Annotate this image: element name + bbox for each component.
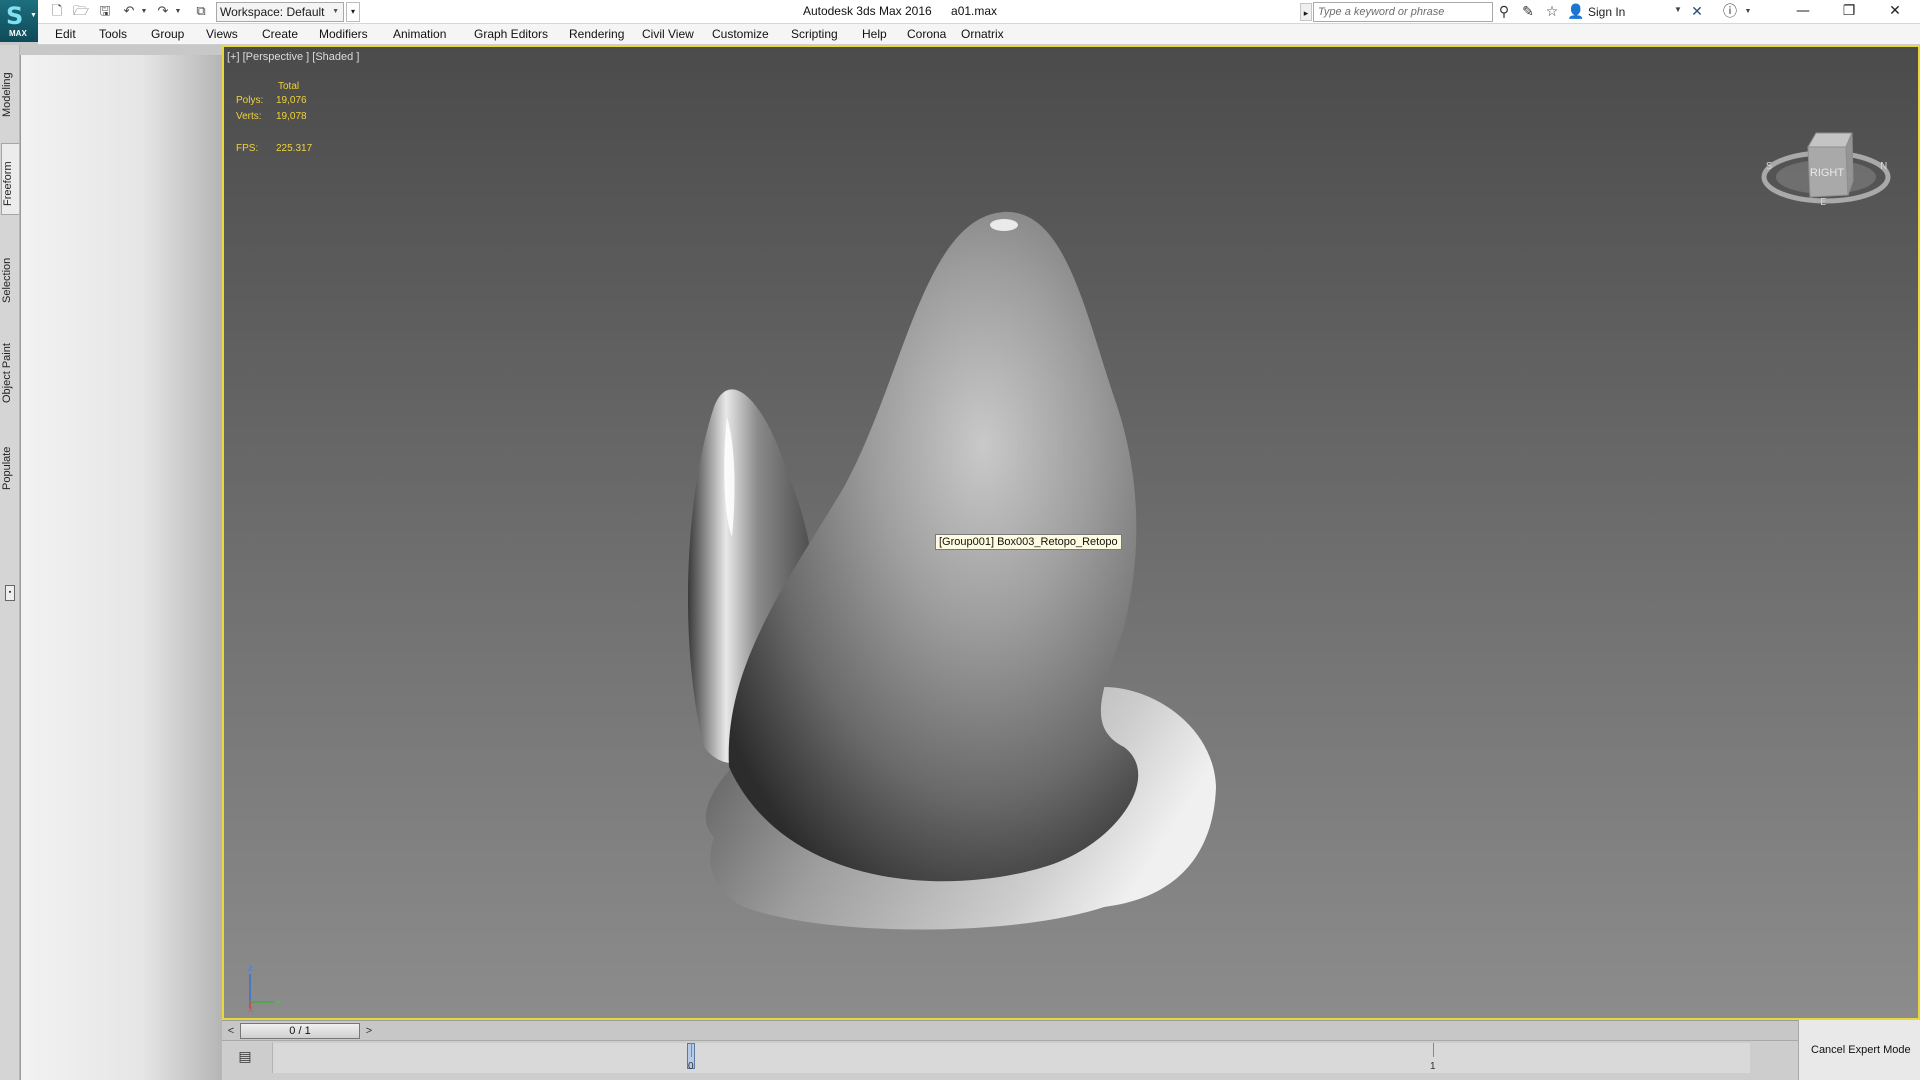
- perspective-viewport[interactable]: [+] [Perspective ] [Shaded ] Total Polys…: [222, 45, 1920, 1020]
- svg-text:N: N: [1880, 161, 1887, 172]
- axis-y-label: y: [276, 997, 282, 1007]
- ribbon-panel: [20, 55, 222, 1080]
- chevron-down-icon[interactable]: ▼: [1674, 5, 1682, 14]
- stats-fps-label: FPS:: [236, 143, 259, 154]
- next-frame-button[interactable]: >: [362, 1023, 376, 1039]
- close-icon[interactable]: ✕: [1872, 0, 1918, 24]
- stats-verts-value: 19,078: [276, 111, 307, 122]
- menu-corona[interactable]: Corona: [907, 27, 946, 41]
- tab-populate[interactable]: Populate: [1, 435, 19, 505]
- tab-selection[interactable]: Selection: [1, 245, 19, 315]
- title-bar: S MAX ▼ 🗋 🗁 🖫 ↶ ▼ ↷ ▼ ⧉ Workspace: Defau…: [0, 0, 1920, 42]
- tick-label-start: 0: [688, 1061, 694, 1072]
- tab-object-paint[interactable]: Object Paint: [1, 335, 19, 425]
- object-tooltip: [Group001] Box003_Retopo_Retopo: [935, 534, 1122, 550]
- minimize-icon[interactable]: —: [1780, 0, 1826, 24]
- svg-text:E: E: [1820, 197, 1826, 207]
- menu-help[interactable]: Help: [862, 27, 887, 41]
- cancel-expert-mode-button[interactable]: Cancel Expert Mode: [1811, 1044, 1911, 1056]
- search-input[interactable]: Type a keyword or phrase: [1313, 2, 1493, 22]
- search-expand-button[interactable]: ▸: [1300, 3, 1312, 21]
- axis-tripod: z y x: [248, 964, 282, 1012]
- previous-frame-button[interactable]: <: [224, 1023, 238, 1039]
- ribbon-toggle-icon[interactable]: ▪: [5, 585, 15, 601]
- ribbon-tab-strip: Modeling Freeform Selection Object Paint…: [0, 45, 20, 1080]
- menu-scripting[interactable]: Scripting: [791, 27, 838, 41]
- menu-tools[interactable]: Tools: [99, 27, 127, 41]
- viewport-label-menu[interactable]: [+] [Perspective ] [Shaded ]: [227, 51, 359, 63]
- viewcube-face-label: RIGHT: [1810, 167, 1845, 179]
- viewcube[interactable]: RIGHT S N E: [1756, 107, 1896, 207]
- menu-ornatrix[interactable]: Ornatrix: [961, 27, 1004, 41]
- menu-edit[interactable]: Edit: [55, 27, 76, 41]
- help-dropdown-icon[interactable]: ▼: [1744, 3, 1752, 21]
- menu-animation[interactable]: Animation: [393, 27, 446, 41]
- menu-graph-editors[interactable]: Graph Editors: [474, 27, 548, 41]
- tick-label-end: 1: [1430, 1061, 1436, 1072]
- track-area[interactable]: 0 1: [272, 1043, 1750, 1073]
- restore-icon[interactable]: ❐: [1826, 0, 1872, 24]
- file-name: a01.max: [951, 4, 998, 18]
- menu-rendering[interactable]: Rendering: [569, 27, 624, 41]
- time-slider: < 0 / 1 >: [222, 1020, 1798, 1040]
- menu-modifiers[interactable]: Modifiers: [319, 27, 368, 41]
- track-bar: ▤ 0 1: [222, 1040, 1798, 1080]
- user-icon[interactable]: 👤: [1566, 3, 1586, 21]
- sign-in-link[interactable]: Sign In: [1588, 5, 1625, 19]
- menu-customize[interactable]: Customize: [712, 27, 769, 41]
- community-icon[interactable]: ✎: [1518, 3, 1538, 21]
- app-name: Autodesk 3ds Max 2016: [802, 4, 932, 18]
- exchange-icon[interactable]: ✕: [1687, 3, 1707, 21]
- tick-line: [1433, 1043, 1434, 1057]
- svg-text:S: S: [1766, 161, 1772, 172]
- tab-freeform[interactable]: Freeform: [1, 143, 19, 215]
- menu-civil-view[interactable]: Civil View: [642, 27, 694, 41]
- menu-views[interactable]: Views: [206, 27, 238, 41]
- menu-create[interactable]: Create: [262, 27, 298, 41]
- tab-modeling[interactable]: Modeling: [1, 65, 19, 135]
- axis-x-label: x: [248, 1005, 254, 1012]
- menu-group[interactable]: Group: [151, 27, 184, 41]
- curve-editor-icon[interactable]: ▤: [234, 1047, 256, 1067]
- main-menu-bar: Edit Tools Group Views Create Modifiers …: [38, 24, 1920, 45]
- axis-z-label: z: [248, 964, 253, 974]
- mesh-highlight: [990, 219, 1018, 231]
- tick-line: [691, 1043, 692, 1057]
- expert-mode-panel: Cancel Expert Mode: [1798, 1020, 1920, 1080]
- stats-total-label: Total: [278, 81, 300, 92]
- stats-fps-value: 225.317: [276, 143, 313, 154]
- binoculars-icon[interactable]: ⚲: [1494, 3, 1514, 21]
- help-icon[interactable]: ⓘ: [1720, 3, 1740, 21]
- stats-verts-label: Verts:: [236, 111, 262, 122]
- stats-polys-value: 19,076: [276, 95, 307, 106]
- mesh-object[interactable]: [224, 47, 1918, 1018]
- time-slider-thumb[interactable]: 0 / 1: [240, 1023, 360, 1039]
- favorites-icon[interactable]: ☆: [1542, 3, 1562, 21]
- logo-text: MAX: [9, 29, 27, 38]
- stats-polys-label: Polys:: [236, 95, 264, 106]
